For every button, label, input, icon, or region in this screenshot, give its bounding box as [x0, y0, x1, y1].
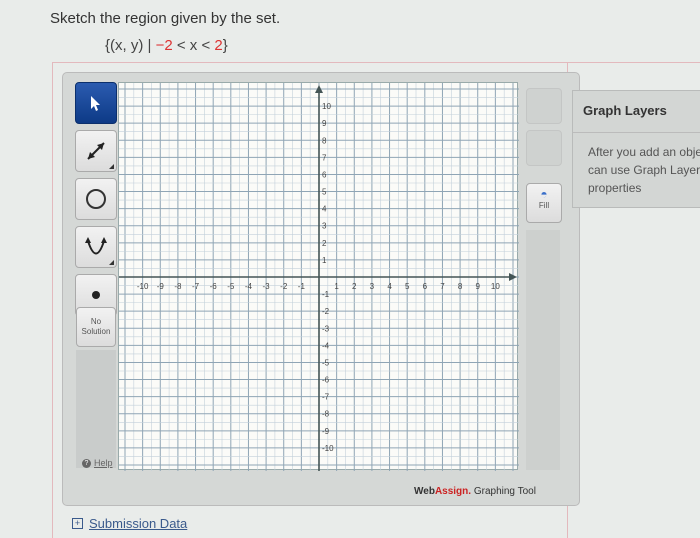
brand-web: Web	[414, 486, 435, 497]
x-tick-label: -4	[245, 282, 253, 291]
y-tick-label: 10	[322, 102, 331, 111]
x-tick-label: -5	[227, 282, 235, 291]
y-tick-label: 1	[322, 256, 327, 265]
graph-layers-title: Graph Layers	[573, 91, 700, 133]
y-tick-label: -6	[322, 376, 330, 385]
coordinate-grid[interactable]: -10 -9 -8 -7 -6 -5 -4 -3 -2 -1 1 2 3 4 5 6 7 8 9 10 10 9 8 7 6 5 4…	[119, 83, 519, 471]
graph-layers-description: After you add an obje can use Graph Laye…	[573, 133, 700, 197]
y-tick-label: 2	[322, 239, 327, 248]
x-tick-label: 3	[370, 282, 375, 291]
x-tick-label: 9	[476, 282, 481, 291]
y-tick-label: -4	[322, 341, 330, 350]
graph-layers-panel: Graph Layers After you add an obje can u…	[572, 90, 700, 208]
circle-tool-button[interactable]	[75, 178, 117, 220]
y-tick-label: 8	[322, 136, 327, 145]
pointer-icon	[91, 96, 100, 111]
x-tick-label: 5	[405, 282, 410, 291]
submenu-indicator	[109, 164, 114, 169]
x-tick-label: -6	[210, 282, 218, 291]
submission-data-toggle[interactable]: + Submission Data	[72, 516, 187, 531]
y-tick-label: 4	[322, 205, 327, 214]
x-tick-label: 7	[440, 282, 445, 291]
submission-data-label: Submission Data	[89, 516, 188, 531]
layers-text-line: can use Graph Layers	[588, 163, 700, 177]
question-prompt: Sketch the region given by the set.	[50, 10, 281, 27]
brand-assign: Assign.	[434, 486, 472, 497]
x-tick-label: -1	[298, 282, 306, 291]
x-tick-label: 2	[352, 282, 357, 291]
fill-bucket-icon: ◓	[540, 187, 548, 201]
layers-text-line: properties	[588, 181, 642, 195]
x-tick-label: -9	[157, 282, 165, 291]
help-label: Help	[94, 458, 113, 468]
select-tool-button[interactable]	[75, 82, 117, 124]
parabola-icon	[85, 237, 107, 255]
no-solution-label-2: Solution	[81, 327, 111, 336]
line-arrow-icon	[87, 142, 105, 160]
y-tick-label: 3	[322, 222, 327, 231]
y-tick-label: -9	[322, 427, 330, 436]
lower-bound: −2	[155, 37, 173, 54]
graph-canvas[interactable]: -10 -9 -8 -7 -6 -5 -4 -3 -2 -1 1 2 3 4 5 6 7 8 9 10 10 9 8 7 6 5 4…	[118, 82, 519, 471]
x-tick-label: 6	[423, 282, 428, 291]
y-tick-label: -8	[322, 410, 330, 419]
brand-suffix: Graphing Tool	[471, 486, 536, 497]
y-tick-label: -10	[322, 444, 334, 453]
no-solution-label: No	[90, 317, 102, 326]
set-close: }	[222, 37, 228, 54]
point-icon	[92, 291, 100, 299]
help-link[interactable]: ? Help	[82, 458, 113, 468]
delete-button[interactable]	[526, 130, 562, 166]
y-tick-label: -5	[322, 358, 330, 367]
x-tick-label: -3	[263, 282, 271, 291]
tool-column-filler	[76, 350, 116, 468]
x-tick-label: -10	[137, 282, 149, 291]
y-tick-label: -2	[322, 307, 330, 316]
x-tick-label: 8	[458, 282, 463, 291]
x-tick-label: -8	[174, 282, 182, 291]
y-tick-label: -3	[322, 324, 330, 333]
y-tick-label: -7	[322, 393, 330, 402]
x-tick-label: -7	[192, 282, 200, 291]
line-tool-button[interactable]	[75, 130, 117, 172]
circle-icon	[86, 189, 106, 209]
webassign-branding: WebAssign. Graphing Tool	[414, 486, 536, 497]
parabola-tool-button[interactable]	[75, 226, 117, 268]
help-icon: ?	[82, 458, 91, 468]
no-solution-button[interactable]: No Solution	[76, 307, 116, 347]
set-open: {(x, y) |	[105, 37, 156, 54]
y-tick-label: 9	[322, 119, 327, 128]
undo-button[interactable]	[526, 88, 562, 124]
y-tick-label: 7	[322, 153, 327, 162]
y-tick-label: 6	[322, 170, 327, 179]
x-tick-label: 4	[387, 282, 392, 291]
y-tick-label: -1	[322, 290, 330, 299]
layers-text-line: After you add an obje	[588, 145, 700, 159]
fill-label: Fill	[538, 201, 550, 210]
right-tool-filler	[526, 230, 560, 470]
set-middle: < x <	[172, 37, 215, 54]
set-expression: {(x, y) | −2 < x < 2}	[105, 37, 228, 54]
x-tick-label: -2	[280, 282, 288, 291]
x-tick-label: 1	[334, 282, 339, 291]
x-tick-label: 10	[491, 282, 500, 291]
submenu-indicator	[109, 260, 114, 265]
y-tick-label: 5	[322, 188, 327, 197]
upper-bound: 2	[214, 37, 223, 54]
expand-icon: +	[72, 518, 83, 529]
fill-button[interactable]: ◓ Fill	[526, 183, 562, 223]
